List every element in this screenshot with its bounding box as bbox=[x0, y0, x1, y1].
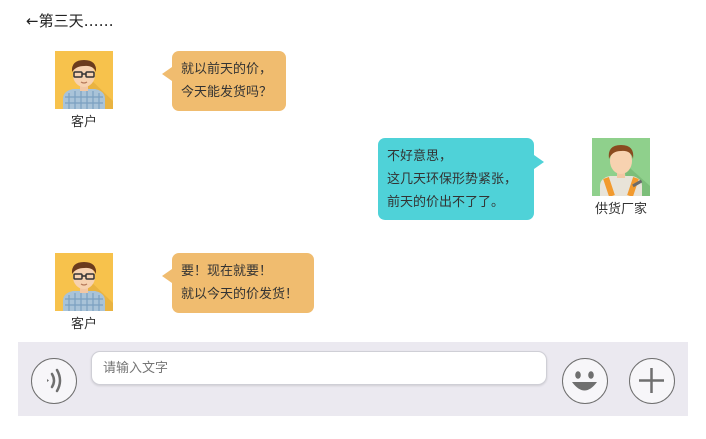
message-text: 前天的价出不了了。 bbox=[387, 195, 505, 210]
customer-avatar[interactable] bbox=[55, 253, 113, 311]
plus-button[interactable] bbox=[629, 358, 675, 404]
plus-icon bbox=[639, 368, 664, 393]
sender-name: 客户 bbox=[70, 115, 97, 130]
emoji-button[interactable] bbox=[562, 358, 608, 404]
voice-button[interactable] bbox=[31, 358, 77, 404]
message-bubble[interactable]: 不好意思， 这几天环保形势紧张， 前天的价出不了了。 bbox=[378, 138, 544, 220]
message-bubble[interactable]: 要！现在就要！ 就以今天的价发货！ bbox=[162, 253, 314, 313]
input-bar bbox=[18, 342, 688, 416]
message-text: 这几天环保形势紧张， bbox=[387, 172, 518, 187]
supplier-avatar[interactable] bbox=[592, 138, 650, 196]
sender-name: 客户 bbox=[70, 317, 97, 332]
message-text: 今天能发货吗？ bbox=[181, 85, 273, 100]
chat-header-title[interactable]: ←第三天…… bbox=[26, 10, 114, 32]
message-text: 要！现在就要！ bbox=[181, 264, 273, 279]
smiley-icon bbox=[572, 371, 597, 391]
message-bubble[interactable]: 就以前天的价， 今天能发货吗？ bbox=[162, 51, 286, 111]
message-text: 不好意思， bbox=[387, 149, 453, 164]
customer-avatar[interactable] bbox=[55, 51, 113, 109]
message-text: 就以前天的价， bbox=[181, 62, 273, 77]
message-text: 就以今天的价发货！ bbox=[181, 287, 299, 302]
sender-name: 供货厂家 bbox=[594, 202, 647, 217]
message-input[interactable] bbox=[91, 351, 547, 385]
voice-icon bbox=[47, 368, 62, 393]
